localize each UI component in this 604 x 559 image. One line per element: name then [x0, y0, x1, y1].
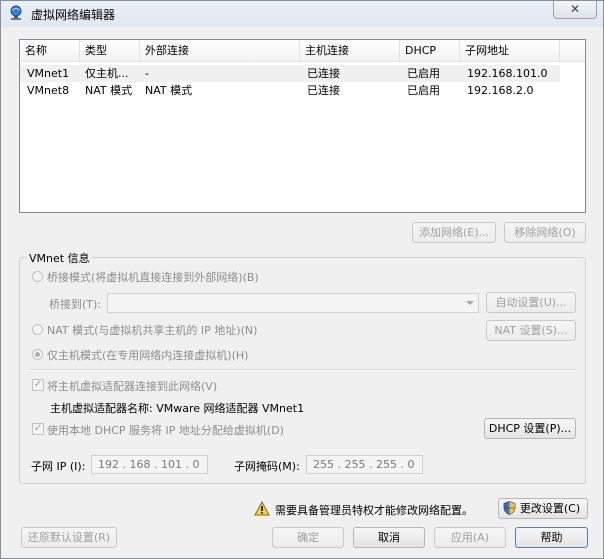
column-header-type[interactable]: 类型	[80, 40, 140, 61]
vmnet-info-label: VMnet 信息	[27, 250, 92, 266]
row-dhcp: 已启用	[407, 67, 440, 80]
restore-defaults-button[interactable]: 还原默认设置(R)	[21, 527, 117, 548]
row-subnet: 192.168.101.0	[467, 67, 548, 80]
dhcp-settings-button[interactable]: DHCP 设置(P)...	[484, 418, 576, 439]
change-settings-label: 更改设置(C)	[519, 502, 581, 515]
remove-network-button[interactable]: 移除网络(O)	[504, 222, 586, 243]
close-button[interactable]: ✕	[553, 1, 597, 19]
column-header-host[interactable]: 主机连接	[300, 40, 400, 61]
column-header-subnet[interactable]: 子网地址	[460, 40, 560, 61]
list-header: 名称 类型 外部连接 主机连接 DHCP 子网地址	[20, 40, 585, 62]
chevron-down-icon	[466, 301, 474, 305]
admin-warning-text: 需要具备管理员特权才能修改网络配置。	[275, 504, 473, 517]
warning-icon	[254, 501, 270, 516]
table-row[interactable]: VMnet1 仅主机... - 已连接 已启用 192.168.101.0	[20, 65, 560, 82]
bridged-mode-radio[interactable]	[32, 271, 43, 282]
bridge-to-label: 桥接到(T):	[49, 298, 102, 311]
table-row[interactable]: VMnet8 NAT 模式 NAT 模式 已连接 已启用 192.168.2.0	[20, 82, 560, 99]
column-header-external[interactable]: 外部连接	[140, 40, 300, 61]
row-type: 仅主机...	[85, 67, 129, 80]
help-button[interactable]: 帮助	[515, 527, 588, 548]
virtual-network-editor-window: 虚拟网络编辑器 ✕ 名称 类型 外部连接 主机连接 DHCP 子网地址 VMne…	[0, 0, 604, 559]
window-title: 虚拟网络编辑器	[31, 8, 116, 22]
connect-adapter-checkbox[interactable]: ✓	[32, 379, 44, 391]
column-header-dhcp[interactable]: DHCP	[400, 40, 460, 61]
bridge-to-select[interactable]	[107, 293, 479, 313]
uac-shield-icon	[503, 501, 516, 515]
nat-settings-button[interactable]: NAT 设置(S)...	[486, 320, 576, 341]
apply-button[interactable]: 应用(A)	[434, 527, 506, 548]
title-bar[interactable]: 虚拟网络编辑器 ✕	[1, 1, 603, 27]
subnet-mask-label: 子网掩码(M):	[234, 460, 300, 473]
cancel-button[interactable]: 取消	[353, 527, 425, 548]
column-header-name[interactable]: 名称	[20, 40, 80, 61]
ok-button[interactable]: 确定	[272, 527, 344, 548]
row-dhcp: 已启用	[407, 84, 440, 97]
row-host: 已连接	[307, 84, 340, 97]
network-list[interactable]: 名称 类型 外部连接 主机连接 DHCP 子网地址 VMnet1 仅主机... …	[19, 39, 586, 213]
row-subnet: 192.168.2.0	[467, 84, 534, 97]
change-settings-button[interactable]: 更改设置(C)	[498, 498, 588, 519]
row-type: NAT 模式	[85, 84, 133, 97]
adapter-name-text: 主机虚拟适配器名称: VMware 网络适配器 VMnet1	[50, 402, 305, 415]
host-only-mode-label: 仅主机模式(在专用网络内连接虚拟机)(H)	[47, 349, 249, 362]
bridged-mode-label: 桥接模式(将虚拟机直接连接到外部网络)(B)	[47, 271, 259, 284]
connect-adapter-label: 将主机虚拟适配器连接到此网络(V)	[47, 380, 218, 393]
subnet-ip-input[interactable]: 192 . 168 . 101 . 0	[91, 455, 208, 474]
nat-mode-radio[interactable]	[32, 324, 43, 335]
auto-settings-button[interactable]: 自动设置(U)...	[486, 292, 576, 313]
close-icon: ✕	[569, 2, 581, 16]
subnet-ip-label: 子网 IP (I):	[31, 460, 86, 473]
row-name: VMnet8	[27, 84, 70, 97]
add-network-button[interactable]: 添加网络(E)...	[412, 222, 496, 243]
divider	[30, 369, 576, 371]
row-external: -	[145, 67, 149, 80]
row-name: VMnet1	[27, 67, 70, 80]
dhcp-service-label: 使用本地 DHCP 服务将 IP 地址分配给虚拟机(D)	[47, 424, 284, 437]
row-host: 已连接	[307, 67, 340, 80]
nat-mode-label: NAT 模式(与虚拟机共享主机的 IP 地址)(N)	[47, 324, 258, 337]
row-external: NAT 模式	[145, 84, 193, 97]
network-globe-icon	[10, 5, 22, 20]
host-only-mode-radio[interactable]	[32, 349, 43, 360]
subnet-mask-input[interactable]: 255 . 255 . 255 . 0	[306, 455, 423, 474]
dhcp-service-checkbox[interactable]: ✓	[32, 423, 44, 435]
